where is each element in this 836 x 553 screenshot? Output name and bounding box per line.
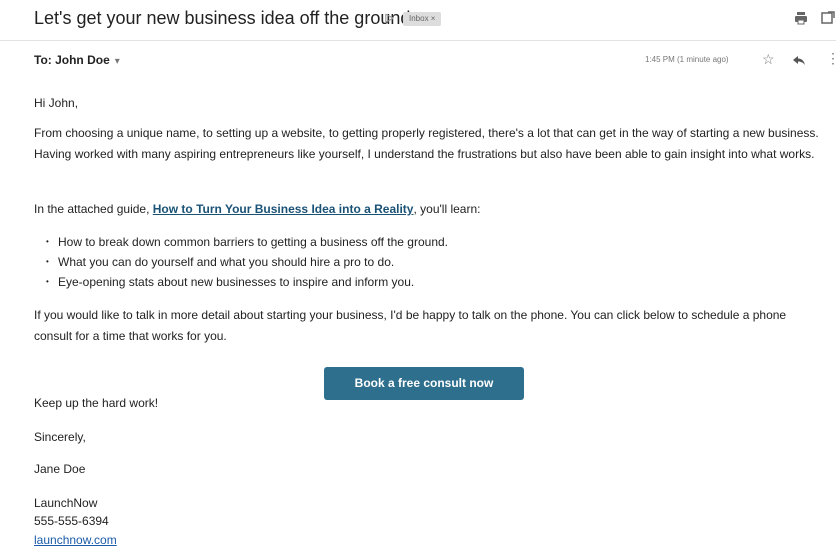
inbox-label-badge[interactable]: Inbox × (403, 12, 442, 26)
sign-off: Sincerely, (34, 430, 86, 444)
benefits-list: How to break down common barriers to get… (46, 232, 448, 292)
chevron-down-icon[interactable]: ▾ (115, 56, 120, 67)
closing-line: Keep up the hard work! (34, 396, 159, 410)
body-paragraph-consult: If you would like to talk in more detail… (34, 308, 787, 343)
greeting: Hi John, (34, 96, 79, 110)
open-in-new-window-icon[interactable] (820, 10, 836, 26)
signature-website-link[interactable]: launchnow.com (34, 531, 117, 549)
body-paragraph-intro: From choosing a unique name, to setting … (34, 126, 819, 161)
recipient-line[interactable]: To: John Doe ▾ (34, 53, 120, 67)
list-item: Eye-opening stats about new businesses t… (46, 272, 448, 292)
guide-link[interactable]: How to Turn Your Business Idea into a Re… (153, 202, 414, 216)
email-timestamp: 1:45 PM (1 minute ago) (645, 55, 729, 64)
important-marker-icon[interactable]: ᐅ (384, 11, 394, 27)
signature-phone: 555-555-6394 (34, 514, 109, 528)
more-vertical-icon[interactable]: ⋮ (826, 50, 836, 67)
list-item: What you can do yourself and what you sh… (46, 252, 448, 272)
recipient-label: To: John Doe (34, 53, 110, 67)
header-divider (0, 40, 836, 41)
signature-name: Jane Doe (34, 462, 86, 476)
email-header: Let's get your new business idea off the… (0, 0, 836, 38)
email-subject: Let's get your new business idea off the… (34, 8, 411, 28)
reply-icon[interactable] (792, 53, 806, 67)
print-icon[interactable] (793, 10, 809, 26)
list-item: How to break down common barriers to get… (46, 232, 448, 252)
guide-suffix: , you'll learn: (413, 202, 481, 216)
guide-prefix: In the attached guide, (34, 202, 153, 216)
body-paragraph-guide: In the attached guide, How to Turn Your … (34, 199, 824, 220)
star-icon[interactable]: ☆ (762, 51, 775, 68)
